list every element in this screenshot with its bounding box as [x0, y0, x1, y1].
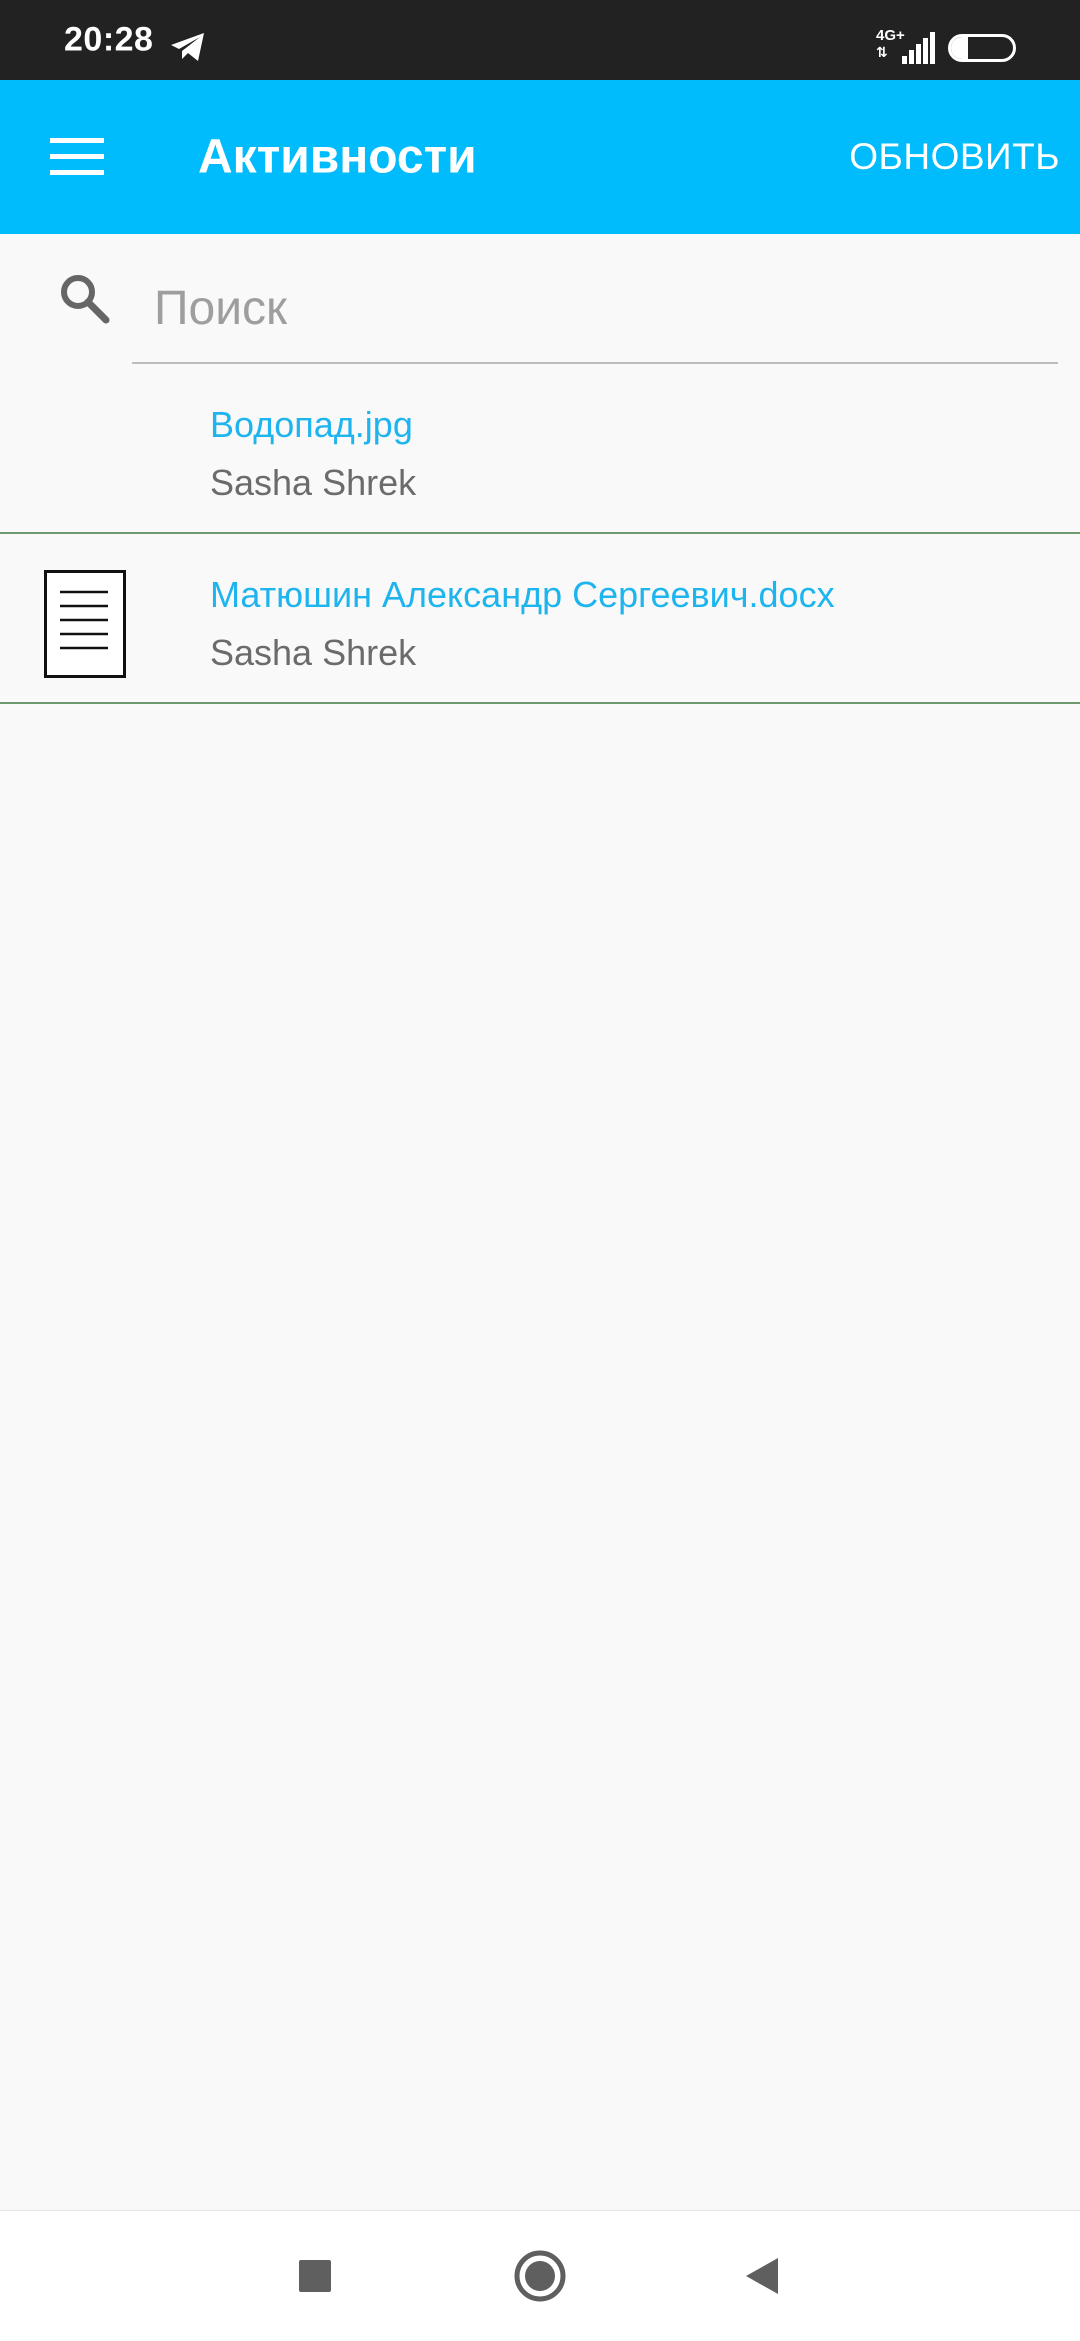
network-type: 4G+ [876, 27, 905, 44]
list-item[interactable]: Водопад.jpg Sasha Shrek [0, 364, 1080, 534]
file-owner: Sasha Shrek [210, 462, 417, 503]
search-input[interactable] [134, 272, 1058, 344]
battery-icon: 28 [948, 34, 1016, 62]
telegram-icon [171, 33, 204, 61]
recents-button[interactable] [260, 2211, 370, 2341]
network-indicator: 4G+ ⇅ [876, 27, 905, 61]
back-button[interactable] [706, 2211, 816, 2341]
page-title: Активности [198, 130, 477, 184]
home-circle-icon [514, 2250, 566, 2302]
document-icon [44, 570, 126, 678]
back-triangle-icon [746, 2258, 778, 2294]
search-icon [61, 275, 110, 324]
file-name: Водопад.jpg [210, 404, 413, 445]
file-owner: Sasha Shrek [210, 632, 417, 673]
refresh-button[interactable]: ОБНОВИТЬ [849, 136, 1060, 178]
activity-list: Водопад.jpg Sasha Shrek Матюшин Александ… [0, 364, 1080, 704]
status-time: 20:28 [64, 20, 154, 59]
app-bar: Активности ОБНОВИТЬ [0, 80, 1080, 234]
data-arrows-icon: ⇅ [876, 44, 888, 60]
signal-strength-icon [902, 32, 935, 64]
list-item[interactable]: Матюшин Александр Сергеевич.docx Sasha S… [0, 534, 1080, 704]
status-bar: 20:28 4G+ ⇅ 28 [0, 0, 1080, 80]
hamburger-menu-icon [50, 138, 104, 175]
home-button[interactable] [485, 2211, 595, 2341]
battery-level: 28 [970, 37, 994, 59]
menu-button[interactable] [36, 120, 118, 194]
recents-square-icon [299, 2260, 331, 2292]
search-bar [0, 234, 1080, 364]
system-nav-bar [0, 2210, 1080, 2340]
file-name: Матюшин Александр Сергеевич.docx [210, 574, 835, 615]
